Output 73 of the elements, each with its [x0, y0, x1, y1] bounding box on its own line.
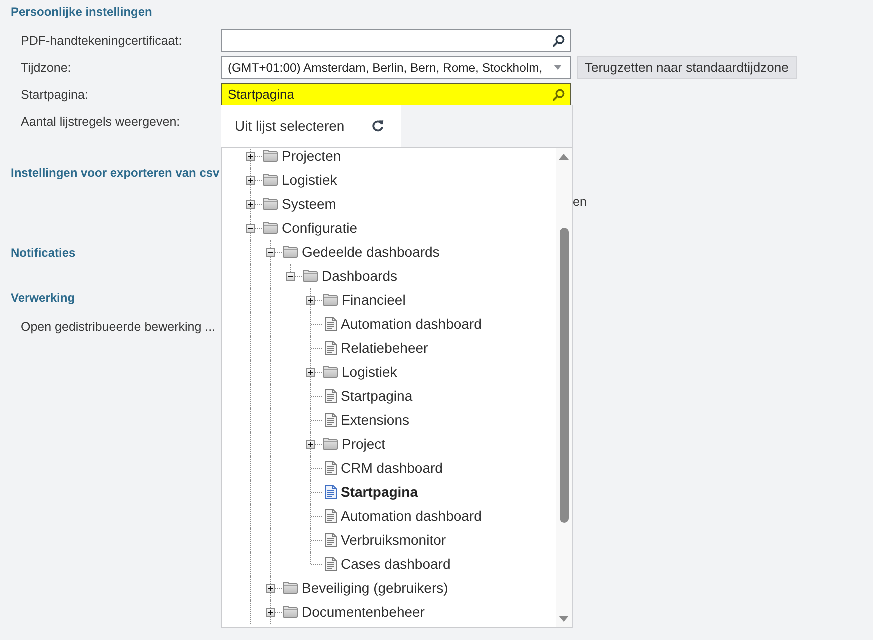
document-icon: [325, 533, 337, 547]
search-icon[interactable]: [553, 88, 565, 100]
tree-item[interactable]: Beveiliging (gebruikers): [302, 580, 448, 596]
folder-icon: [263, 222, 278, 234]
tree-item[interactable]: Logistiek: [282, 172, 338, 188]
folder-icon: [323, 294, 338, 306]
tree-item[interactable]: Automation dashboard: [341, 316, 482, 332]
field-label: Startpagina:: [21, 88, 90, 102]
dropdown-tab[interactable]: Uit lijst selecteren: [221, 105, 401, 147]
folder-icon: [323, 438, 338, 450]
expand-icon[interactable]: [306, 440, 315, 449]
search-icon[interactable]: [553, 34, 565, 46]
section-heading: Notificaties: [11, 246, 76, 260]
field-label: Tijdzone:: [21, 60, 72, 74]
expand-icon[interactable]: [246, 200, 255, 209]
scroll-up-icon[interactable]: [559, 154, 569, 160]
tree-item[interactable]: Startpagina: [341, 388, 413, 404]
document-icon: [325, 485, 337, 499]
field-label: en: [573, 194, 587, 208]
tree-item[interactable]: Relatiebeheer: [341, 340, 428, 356]
folder-icon: [283, 582, 298, 594]
document-icon: [325, 317, 337, 331]
document-icon: [325, 461, 337, 475]
tree-item[interactable]: Startpagina: [341, 484, 418, 500]
tree-item[interactable]: CRM dashboard: [341, 460, 443, 476]
section-heading: Verwerking: [11, 291, 76, 305]
reset-button[interactable]: Terugzetten naar standaardtijdzone: [577, 56, 797, 79]
folder-icon: [283, 246, 298, 258]
tree-item[interactable]: Verbruiksmonitor: [341, 532, 446, 548]
select-field[interactable]: (GMT+01:00) Amsterdam, Berlin, Bern, Rome, Stockholm,: [221, 56, 571, 79]
tree-item[interactable]: Cases dashboard: [341, 556, 451, 572]
refresh-icon[interactable]: [372, 120, 384, 132]
document-icon: [325, 557, 337, 571]
folder-icon: [263, 174, 278, 186]
tree-item[interactable]: Automation dashboard: [341, 508, 482, 524]
collapse-icon[interactable]: [246, 224, 255, 233]
field-label: PDF-handtekeningcertificaat:: [21, 34, 184, 48]
tree-item[interactable]: Systeem: [282, 196, 336, 212]
caret-icon: [554, 65, 562, 70]
scrollbar-thumb[interactable]: [560, 228, 568, 523]
tree-item[interactable]: Dashboards: [322, 268, 398, 284]
expand-icon[interactable]: [306, 368, 315, 377]
document-icon: [325, 389, 337, 403]
collapse-icon[interactable]: [286, 272, 295, 281]
folder-icon: [283, 606, 298, 618]
document-icon: [325, 413, 337, 427]
tree-item[interactable]: Financieel: [342, 292, 406, 308]
collapse-icon[interactable]: [266, 248, 275, 257]
expand-icon[interactable]: [306, 296, 315, 305]
tree-item[interactable]: Gedeelde dashboards: [302, 244, 440, 260]
folder-icon: [263, 150, 278, 162]
document-icon: [325, 341, 337, 355]
section-heading: Persoonlijke instellingen: [11, 5, 152, 19]
folder-icon: [323, 366, 338, 378]
scroll-down-icon[interactable]: [559, 616, 569, 622]
lookup-field[interactable]: [221, 29, 571, 52]
field-label: Aantal lijstregels weergeven:: [21, 114, 182, 128]
tree-item[interactable]: Logistiek: [342, 364, 398, 380]
document-icon: [325, 509, 337, 523]
expand-icon[interactable]: [246, 176, 255, 185]
field-label: Open gedistribueerde bewerking ...: [21, 320, 217, 334]
tree-item[interactable]: Project: [342, 436, 386, 452]
tree-item[interactable]: Extensions: [341, 412, 410, 428]
lookup-field[interactable]: Startpagina: [221, 83, 571, 106]
folder-icon: [263, 198, 278, 210]
tree-item[interactable]: Documentenbeheer: [302, 604, 425, 620]
tree-item[interactable]: Projecten: [282, 148, 342, 164]
expand-icon[interactable]: [266, 608, 275, 617]
expand-icon[interactable]: [266, 584, 275, 593]
expand-icon[interactable]: [246, 152, 255, 161]
tree-item[interactable]: Configuratie: [282, 220, 358, 236]
folder-icon: [303, 270, 318, 282]
section-heading: Instellingen voor exporteren van csv: [11, 166, 220, 180]
